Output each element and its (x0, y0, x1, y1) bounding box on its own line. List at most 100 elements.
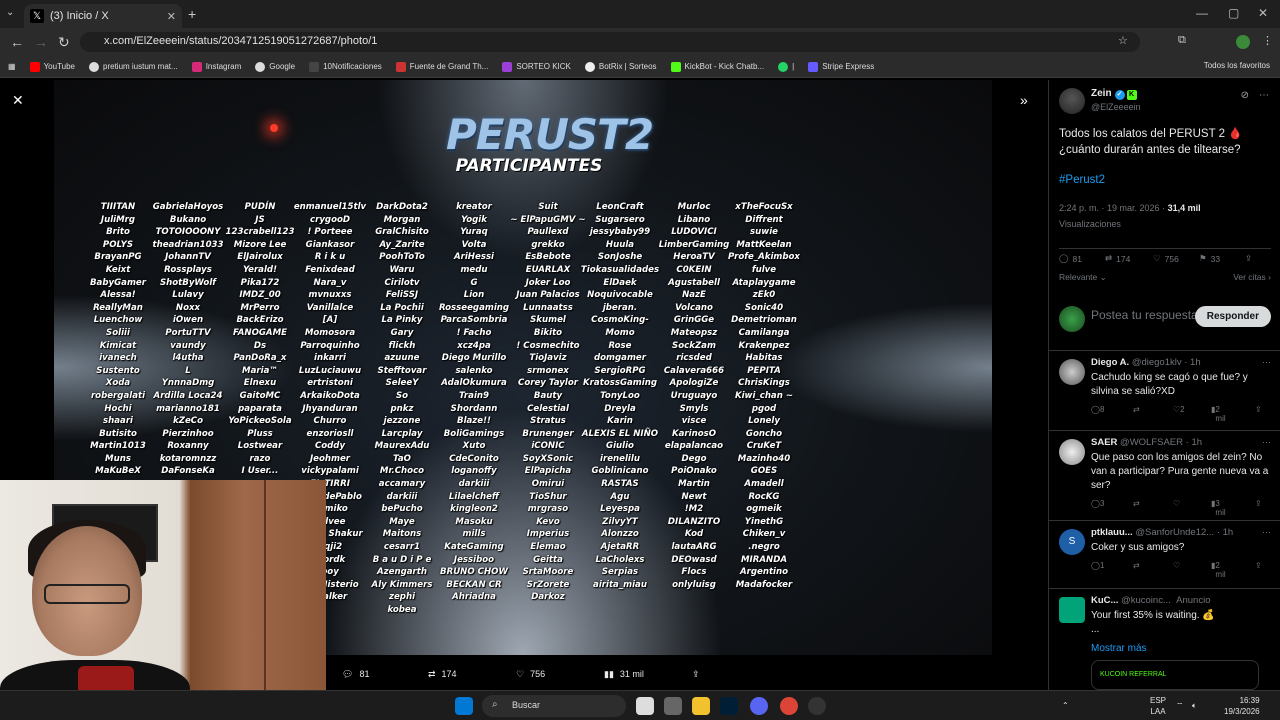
share-icon[interactable]: ⇪ (1255, 405, 1262, 414)
author-avatar[interactable] (1059, 88, 1085, 114)
hashtag-link[interactable]: #Perust2 (1059, 174, 1105, 186)
comment-like[interactable]: ♡ (1173, 499, 1180, 508)
share-icon[interactable]: ⇪ (1255, 561, 1262, 570)
minimize-icon[interactable]: — (1196, 6, 1208, 20)
google-icon (255, 61, 266, 72)
bookmark-sorteo-kick[interactable]: SORTEO KICK (502, 61, 571, 72)
bookmark-whatsapp[interactable]: | (778, 61, 794, 72)
comment-header: ptklauu... @SanforUnde12... · 1h (1091, 527, 1234, 538)
comment-reply[interactable]: ◯ 1 (1091, 561, 1104, 570)
comment-avatar[interactable]: S (1059, 529, 1085, 555)
x-icon (309, 61, 320, 72)
comment-reply[interactable]: ◯ 3 (1091, 499, 1104, 508)
sort-dropdown[interactable]: Relevante (1059, 272, 1097, 282)
comment-views[interactable]: ▮ 2 mil (1211, 561, 1226, 579)
like-action[interactable]: ♡ 756 (516, 669, 545, 680)
bookmark-botrix[interactable]: BotRix | Sorteos (584, 61, 657, 72)
back-icon[interactable]: ← (10, 34, 24, 50)
obs-icon[interactable] (808, 697, 826, 715)
comment-like[interactable]: ♡ (1173, 561, 1180, 570)
bookmark-pretium[interactable]: pretium iustum mat... (89, 61, 178, 72)
address-bar[interactable]: x.com/ElZeeeein/status/20347125190512726… (80, 32, 1140, 52)
browser-tab[interactable]: 𝕏 (3) Inicio / X ✕ (24, 4, 182, 28)
bookmark-fuente-gta[interactable]: Fuente de Grand Th... (395, 61, 488, 72)
comment-reply[interactable]: ◯ 8 (1091, 405, 1104, 414)
windows-start-icon[interactable] (455, 697, 473, 715)
grok-icon[interactable]: ⊘ (1241, 90, 1249, 101)
wifi-icon[interactable]: ⌔ (1176, 700, 1184, 711)
reply-count[interactable]: ◯ 81 (1059, 253, 1082, 264)
author-name-row[interactable]: Zein ✓ K (1091, 88, 1137, 100)
repost-action[interactable]: ⇄ 174 (428, 669, 457, 680)
search-icon: ⌕ (492, 699, 498, 710)
clock[interactable]: 16:39 19/3/2026 (1224, 695, 1260, 717)
forward-icon[interactable]: → (34, 34, 48, 50)
extensions-icon[interactable]: ⧉ (1178, 34, 1186, 47)
new-tab-icon[interactable]: + (188, 6, 196, 22)
views-action[interactable]: ▮▮ 31 mil (604, 669, 644, 680)
language-indicator[interactable]: ESP LAA (1150, 695, 1166, 717)
apps-icon[interactable]: ▦ (8, 62, 16, 71)
more-icon[interactable]: ⋯ (1259, 90, 1269, 101)
comment[interactable]: Diego A. @diego1klv · 1h ⋯ Cachudo king … (1049, 350, 1280, 430)
bookmark-star-icon[interactable]: ☆ (1118, 34, 1128, 47)
more-icon[interactable]: ⋯ (1262, 357, 1271, 368)
bookmark-instagram[interactable]: Instagram (191, 61, 241, 72)
comment-avatar[interactable] (1059, 439, 1085, 465)
bookmark-youtube[interactable]: YouTube (29, 61, 75, 72)
tab-search-icon[interactable]: ⌄ (6, 7, 14, 18)
share-button[interactable]: ⇪ (1245, 253, 1252, 264)
comment[interactable]: S ptklauu... @SanforUnde12... · 1h ⋯ Cok… (1049, 520, 1280, 586)
comment-repost[interactable]: ⇄ (1133, 499, 1140, 508)
terminal-icon[interactable] (664, 697, 682, 715)
profile-avatar[interactable] (1236, 35, 1250, 49)
comment-views[interactable]: ▮ 3 mil (1211, 499, 1226, 517)
comment-actions: ◯ 3 ⇄ ♡ ▮ 3 mil ⇪ (1091, 499, 1271, 517)
maximize-icon[interactable]: ▢ (1228, 6, 1239, 20)
photoshop-icon[interactable] (720, 697, 738, 715)
comment-avatar[interactable] (1059, 359, 1085, 385)
close-icon[interactable]: ✕ (12, 92, 24, 109)
kucoin-logo-icon[interactable] (1059, 597, 1085, 623)
comment-repost[interactable]: ⇄ (1133, 561, 1140, 570)
view-quotes-link[interactable]: Ver citas › (1233, 272, 1271, 282)
discord-icon[interactable] (750, 697, 768, 715)
tray-chevron-icon[interactable]: ⌃ (1062, 700, 1069, 711)
all-bookmarks[interactable]: Todos los favoritos (1204, 61, 1270, 70)
bookmark-10notificaciones[interactable]: 10Notificaciones (309, 61, 382, 72)
comment-views[interactable]: ▮ 2 mil (1211, 405, 1226, 423)
share-action[interactable]: ⇪ (692, 669, 700, 680)
comment-repost[interactable]: ⇄ (1133, 405, 1140, 414)
bookmark-count[interactable]: ⚑ 33 (1199, 253, 1220, 264)
bookmark-stripe[interactable]: Stripe Express (808, 61, 874, 72)
taskbar-search[interactable]: ⌕ Buscar (482, 695, 626, 717)
menu-icon[interactable]: ⋮ (1262, 34, 1273, 47)
reload-icon[interactable]: ↻ (58, 34, 70, 51)
reply-input[interactable]: Postea tu respuesta (1091, 308, 1198, 322)
promo-card[interactable]: KUCOIN REFERRAL (1091, 660, 1259, 690)
tweet-author[interactable]: Zein ✓ K @ElZeeeein ⊘ ⋯ (1059, 88, 1271, 118)
comment-like[interactable]: ♡ 2 (1173, 405, 1185, 414)
share-icon[interactable]: ⇪ (1255, 499, 1262, 508)
file-explorer-icon[interactable] (692, 697, 710, 715)
reply-button[interactable]: Responder (1194, 306, 1271, 327)
author-handle[interactable]: @ElZeeeein (1091, 102, 1141, 112)
promoted-post[interactable]: KuC... @kucoinc... Anuncio Your first 35… (1049, 588, 1280, 690)
tab-close-icon[interactable]: ✕ (167, 10, 176, 23)
expand-sidebar-icon[interactable]: » (1020, 92, 1028, 108)
comment[interactable]: SAER @WOLFSAER · 1h ⋯ Que paso con los a… (1049, 430, 1280, 517)
bookmark-google[interactable]: Google (255, 61, 295, 72)
bookmark-kickbot[interactable]: KickBot - Kick Chatb... (670, 61, 764, 72)
close-window-icon[interactable]: ✕ (1258, 6, 1268, 20)
more-icon[interactable]: ⋯ (1262, 437, 1271, 448)
windows-taskbar: ⌕ Buscar ⌃ ESP LAA ⌔ 🔈︎ 16:39 19/3/2026 (0, 690, 1280, 720)
more-icon[interactable]: ⋯ (1262, 527, 1271, 538)
show-more-link[interactable]: Mostrar más (1091, 643, 1271, 654)
repost-count[interactable]: ⇄ 174 (1105, 253, 1130, 264)
like-count[interactable]: ♡ 756 (1153, 253, 1179, 264)
task-view-icon[interactable] (636, 697, 654, 715)
volume-icon[interactable]: 🔈︎ (1192, 700, 1197, 711)
chrome-icon[interactable] (780, 697, 798, 715)
reply-action[interactable]: 💬︎ 81 (342, 669, 369, 680)
promo-header: KuC... @kucoinc... Anuncio (1091, 595, 1211, 606)
